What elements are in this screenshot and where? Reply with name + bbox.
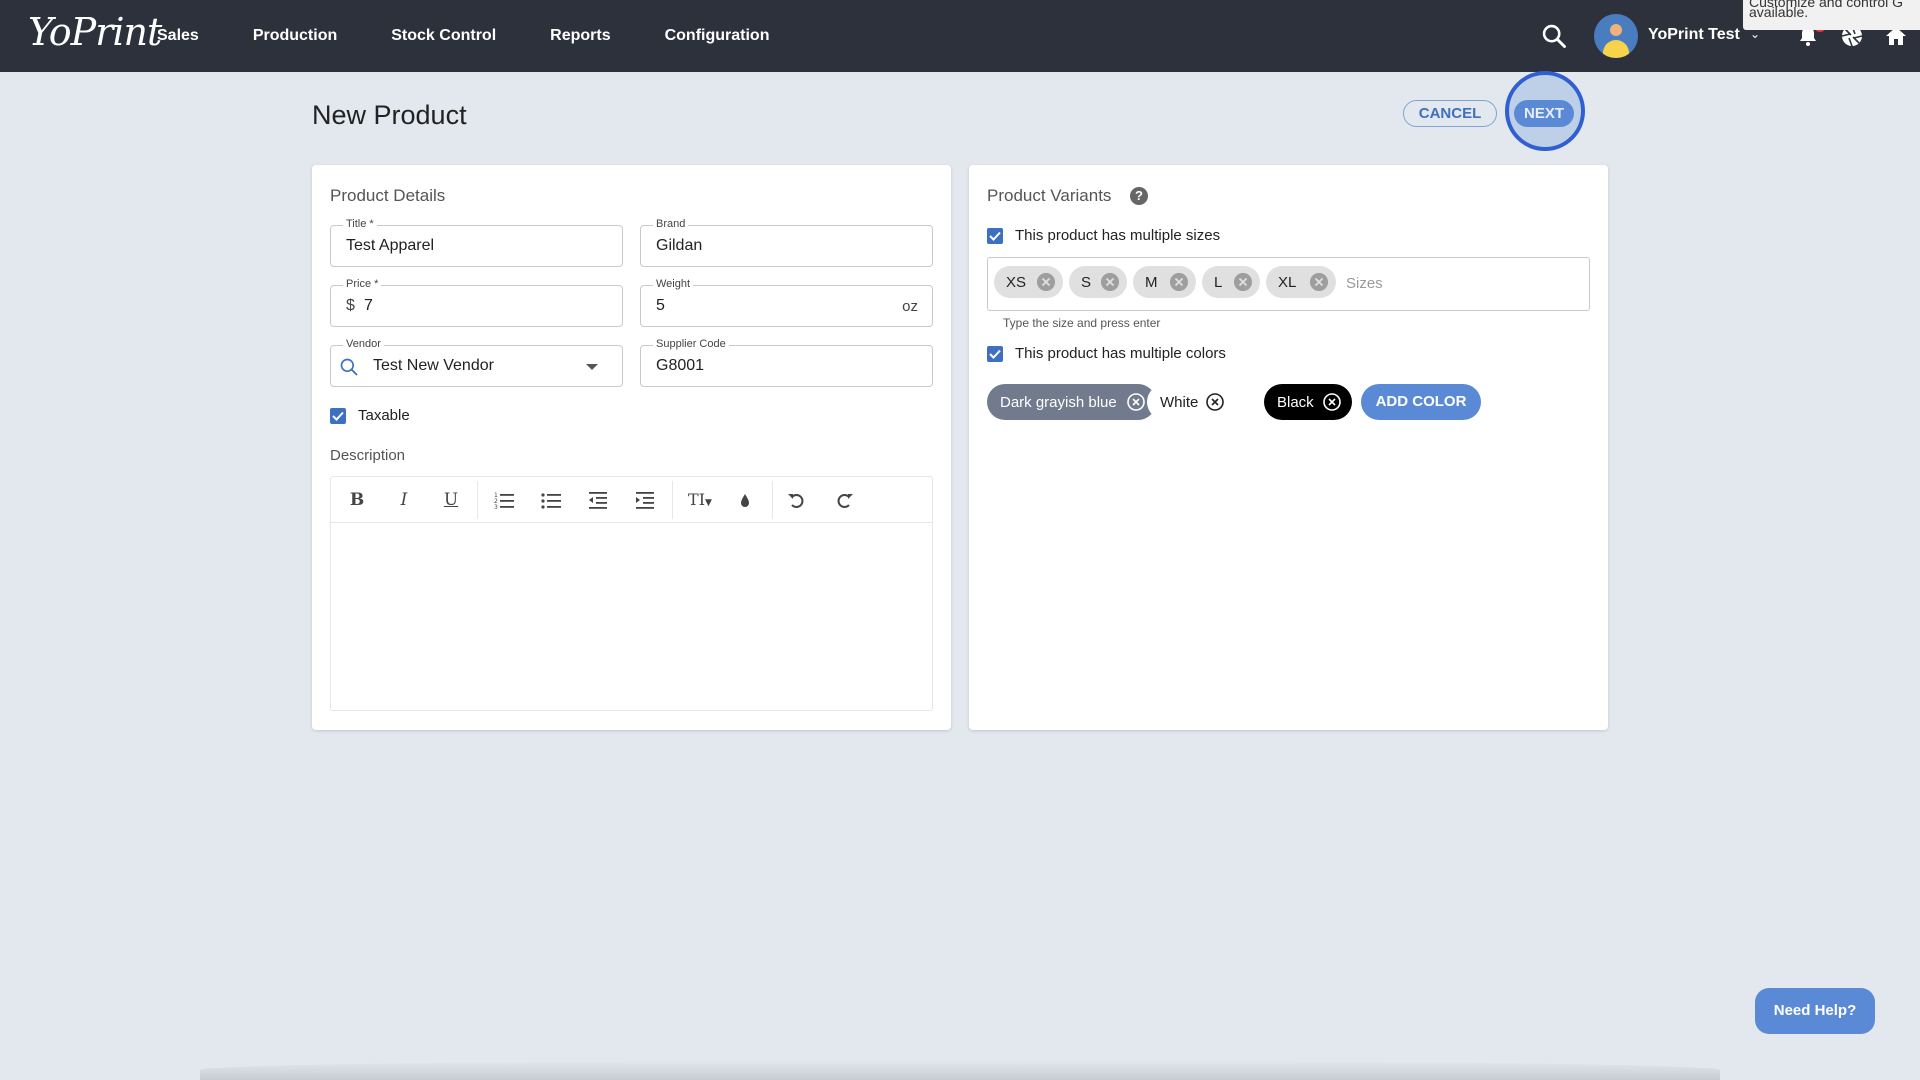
weight-unit: oz bbox=[902, 298, 918, 315]
indent-icon[interactable] bbox=[633, 489, 657, 511]
currency-prefix: $ bbox=[346, 297, 355, 314]
user-avatar[interactable] bbox=[1594, 14, 1638, 58]
editor-toolbar: B I U 1 2 3 TI▼ bbox=[331, 477, 932, 523]
size-chip-l: L bbox=[1202, 266, 1260, 298]
brand-field[interactable]: Brand Gildan bbox=[640, 218, 933, 267]
product-variants-card: Product Variants ? This product has mult… bbox=[969, 165, 1608, 730]
color-chip-black: Black bbox=[1264, 384, 1352, 420]
vendor-select[interactable]: Vendor Test New Vendor bbox=[330, 338, 623, 387]
size-chip-m: M bbox=[1133, 266, 1196, 298]
product-details-heading: Product Details bbox=[330, 186, 446, 205]
dropdown-arrow-icon[interactable] bbox=[586, 364, 598, 370]
taxable-label: Taxable bbox=[358, 407, 410, 424]
size-chip-xs: XS bbox=[994, 266, 1063, 298]
multiple-colors-checkbox[interactable] bbox=[987, 346, 1003, 362]
supplier-code-field[interactable]: Supplier Code G8001 bbox=[640, 338, 933, 387]
size-chip-s: S bbox=[1069, 266, 1127, 298]
brand-value: Gildan bbox=[656, 237, 703, 254]
underline-button[interactable]: U bbox=[439, 489, 463, 511]
user-name[interactable]: YoPrint Test bbox=[1648, 26, 1740, 44]
weight-value: 5 bbox=[656, 297, 665, 314]
yoprint-logo[interactable]: YoPrint bbox=[28, 10, 162, 54]
title-value: Test Apparel bbox=[346, 237, 435, 254]
title-label: Title * bbox=[343, 218, 377, 230]
bottom-shadow bbox=[200, 1060, 1720, 1080]
next-button[interactable]: NEXT bbox=[1514, 100, 1574, 127]
weight-label: Weight bbox=[653, 278, 694, 290]
vendor-value: Test New Vendor bbox=[373, 357, 494, 374]
remove-color-icon[interactable] bbox=[1127, 393, 1145, 411]
description-label: Description bbox=[330, 447, 406, 464]
multiple-colors-label: This product has multiple colors bbox=[1015, 345, 1226, 362]
product-variants-heading: Product Variants bbox=[987, 186, 1112, 205]
need-help-button[interactable]: Need Help? bbox=[1755, 988, 1875, 1034]
price-label: Price * bbox=[343, 278, 382, 290]
size-chip-xl: XL bbox=[1266, 266, 1336, 298]
text-size-dropdown[interactable]: TI▼ bbox=[683, 489, 717, 511]
tooltip: Customize and control G available. bbox=[1743, 0, 1920, 30]
bold-button[interactable]: B bbox=[345, 489, 369, 511]
remove-color-icon[interactable] bbox=[1323, 393, 1341, 411]
multiple-sizes-checkbox[interactable] bbox=[987, 228, 1003, 244]
nav-configuration[interactable]: Configuration bbox=[665, 27, 770, 45]
taxable-checkbox[interactable] bbox=[330, 408, 346, 424]
remove-color-icon[interactable] bbox=[1206, 393, 1224, 411]
sizes-placeholder: Sizes bbox=[1346, 275, 1383, 292]
help-icon[interactable]: ? bbox=[1130, 187, 1148, 205]
cancel-button[interactable]: CANCEL bbox=[1403, 100, 1497, 127]
top-nav: YoPrint Sales Production Stock Control R… bbox=[0, 0, 1920, 72]
color-chip-white: White bbox=[1147, 384, 1237, 420]
search-icon bbox=[340, 358, 358, 376]
nav-stock-control[interactable]: Stock Control bbox=[391, 27, 496, 45]
sizes-input[interactable]: XS S M L XL Sizes bbox=[987, 257, 1590, 311]
price-value: 7 bbox=[364, 297, 373, 314]
add-color-button[interactable]: ADD COLOR bbox=[1361, 384, 1481, 420]
brand-label: Brand bbox=[653, 218, 689, 230]
ordered-list-icon[interactable]: 1 2 3 bbox=[492, 489, 516, 511]
title-field[interactable]: Title * Test Apparel bbox=[330, 218, 623, 267]
bullet-list-icon[interactable] bbox=[539, 489, 563, 511]
italic-button[interactable]: I bbox=[392, 489, 416, 511]
remove-chip-icon[interactable] bbox=[1170, 273, 1188, 291]
remove-chip-icon[interactable] bbox=[1310, 273, 1328, 291]
nav-production[interactable]: Production bbox=[253, 27, 337, 45]
price-field[interactable]: Price * $ 7 bbox=[330, 278, 623, 327]
remove-chip-icon[interactable] bbox=[1037, 273, 1055, 291]
sizes-helper-text: Type the size and press enter bbox=[1003, 316, 1161, 330]
nav-sales[interactable]: Sales bbox=[157, 27, 199, 45]
remove-chip-icon[interactable] bbox=[1101, 273, 1119, 291]
multiple-sizes-label: This product has multiple sizes bbox=[1015, 227, 1221, 244]
weight-field[interactable]: Weight 5 oz bbox=[640, 278, 933, 327]
vendor-label: Vendor bbox=[343, 338, 384, 350]
supplier-code-label: Supplier Code bbox=[653, 338, 729, 350]
undo-icon[interactable] bbox=[785, 489, 809, 511]
remove-chip-icon[interactable] bbox=[1234, 273, 1252, 291]
supplier-code-value: G8001 bbox=[656, 357, 705, 374]
search-icon[interactable] bbox=[1540, 22, 1568, 50]
outdent-icon[interactable] bbox=[586, 489, 610, 511]
main-menu: Sales Production Stock Control Reports C… bbox=[157, 0, 823, 72]
page-title: New Product bbox=[312, 100, 467, 130]
nav-reports[interactable]: Reports bbox=[550, 27, 610, 45]
text-color-icon[interactable] bbox=[733, 489, 757, 511]
description-editor[interactable]: B I U 1 2 3 TI▼ bbox=[330, 476, 933, 711]
product-details-card: Product Details Title * Test Apparel Bra… bbox=[312, 165, 951, 730]
svg-text:3: 3 bbox=[494, 504, 498, 511]
redo-icon[interactable] bbox=[832, 489, 856, 511]
color-chip-dark-grayish-blue: Dark grayish blue bbox=[987, 384, 1156, 420]
